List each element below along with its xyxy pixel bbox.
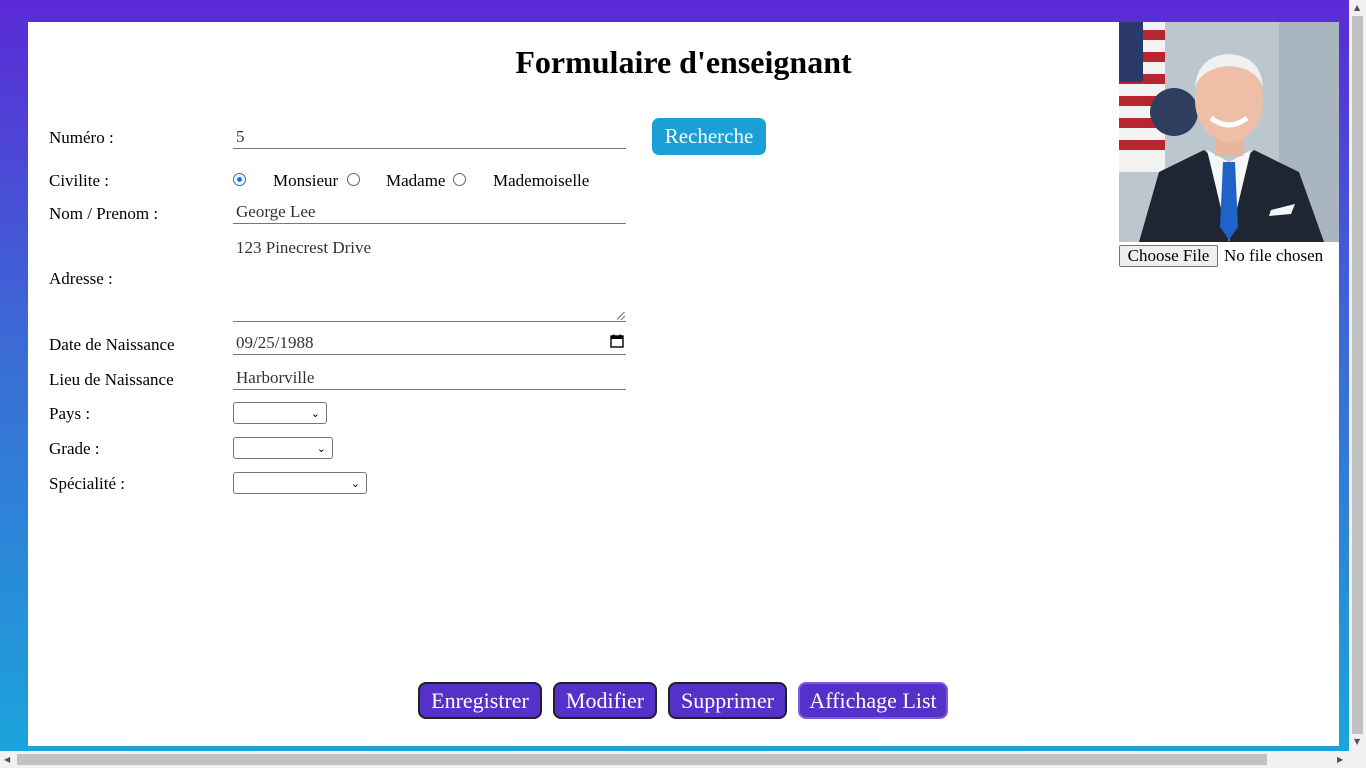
radio-label-mademoiselle: Mademoiselle: [493, 171, 590, 190]
label-grade: Grade :: [49, 439, 100, 458]
file-status: No file chosen: [1224, 246, 1324, 265]
form-card: Formulaire d'enseignant Numéro : 5 Reche…: [28, 22, 1339, 746]
adresse-textarea[interactable]: 123 Pinecrest Drive: [233, 235, 626, 322]
label-adresse: Adresse :: [49, 269, 113, 288]
radio-madame[interactable]: [347, 173, 360, 186]
search-button[interactable]: Recherche: [652, 118, 766, 155]
horizontal-scroll-thumb[interactable]: [17, 754, 1267, 765]
specialite-select[interactable]: ⌄: [233, 472, 367, 494]
vertical-scroll-thumb[interactable]: [1352, 16, 1363, 734]
numero-input[interactable]: 5: [233, 125, 626, 149]
label-pays: Pays :: [49, 404, 91, 423]
chevron-down-icon: ⌄: [350, 477, 360, 490]
radio-label-monsieur: Monsieur: [273, 171, 339, 190]
scroll-down-icon[interactable]: ▼: [1354, 738, 1360, 746]
choose-file-button[interactable]: Choose File: [1119, 245, 1218, 267]
scroll-right-icon[interactable]: ▶: [1337, 756, 1343, 764]
label-civilite: Civilite :: [49, 171, 109, 190]
horizontal-scrollbar[interactable]: ◀ ▶: [0, 751, 1366, 768]
modify-button[interactable]: Modifier: [553, 682, 657, 719]
teacher-photo: [1119, 22, 1339, 242]
label-specialite: Spécialité :: [49, 474, 126, 493]
date-value: 09/25/1988: [236, 333, 314, 352]
vertical-scrollbar[interactable]: ▲ ▼: [1349, 0, 1366, 751]
scroll-up-icon[interactable]: ▲: [1354, 4, 1360, 12]
radio-label-madame: Madame: [386, 171, 446, 190]
label-date: Date de Naissance: [49, 335, 175, 354]
label-nom: Nom / Prenom :: [49, 204, 159, 223]
list-button[interactable]: Affichage List: [798, 682, 948, 719]
radio-mademoiselle[interactable]: [453, 173, 466, 186]
pays-select[interactable]: ⌄: [233, 402, 327, 424]
delete-button[interactable]: Supprimer: [668, 682, 787, 719]
chevron-down-icon: ⌄: [316, 442, 326, 455]
label-lieu: Lieu de Naissance: [49, 370, 174, 389]
chevron-down-icon: ⌄: [310, 407, 320, 420]
save-button[interactable]: Enregistrer: [418, 682, 542, 719]
scroll-left-icon[interactable]: ◀: [4, 756, 10, 764]
label-numero: Numéro :: [49, 128, 114, 147]
resize-handle-icon[interactable]: [617, 312, 625, 320]
calendar-icon[interactable]: [610, 334, 624, 348]
grade-select[interactable]: ⌄: [233, 437, 333, 459]
portrait-image: [1119, 22, 1339, 242]
lieu-input[interactable]: Harborville: [233, 366, 626, 390]
nom-input[interactable]: George Lee: [233, 200, 626, 224]
adresse-value: 123 Pinecrest Drive: [236, 238, 372, 257]
date-input[interactable]: 09/25/1988: [233, 331, 626, 355]
radio-monsieur[interactable]: [233, 173, 246, 186]
